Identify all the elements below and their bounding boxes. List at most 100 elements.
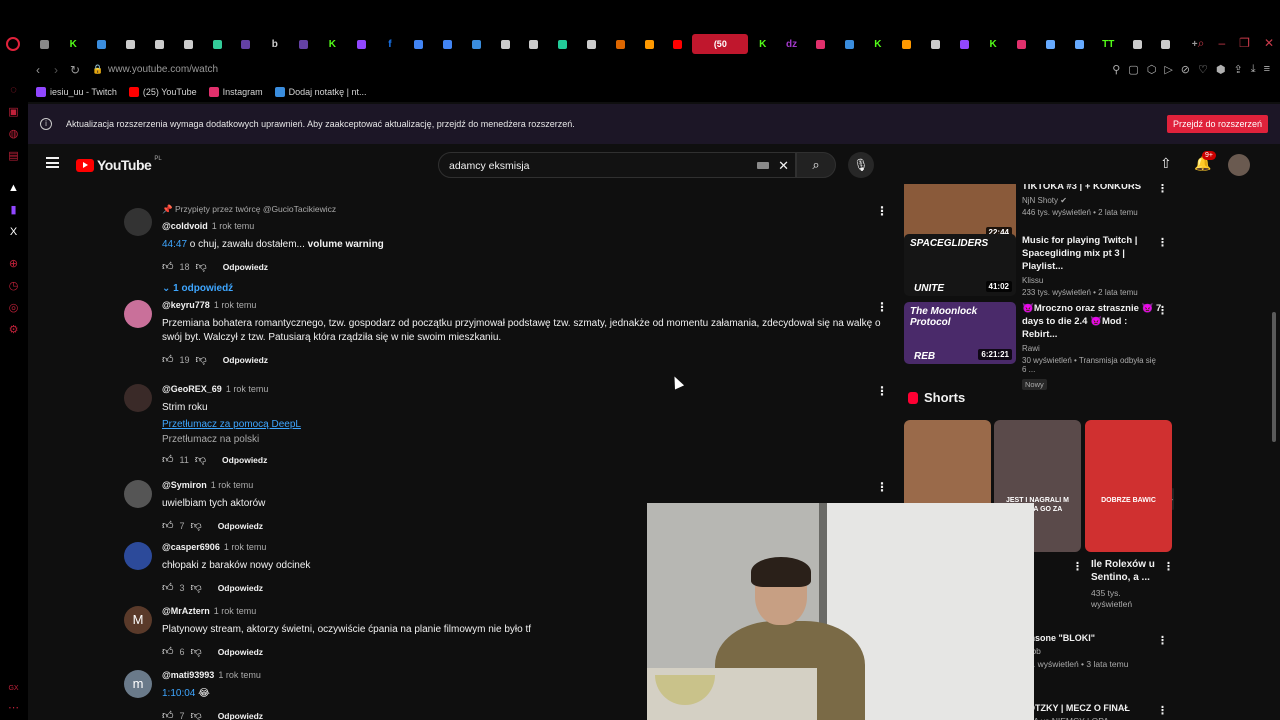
show-replies-button[interactable]: ⌄ 1 odpowiedź [162, 283, 884, 294]
tab[interactable] [347, 34, 376, 54]
comment-avatar[interactable] [124, 542, 152, 570]
comment-timestamp-link[interactable]: 1:10:04 [162, 688, 195, 699]
tab[interactable]: b [260, 34, 289, 54]
like-icon[interactable]: 👍︎ [162, 645, 174, 658]
reply-button[interactable]: Odpowiedz [218, 521, 263, 531]
go-to-extensions-button[interactable]: Przejdź do rozszerzeń [1166, 115, 1268, 133]
download-icon[interactable]: ⤓ [1251, 63, 1256, 76]
comment-menu-icon[interactable]: ⋮ [876, 204, 888, 218]
comment-time[interactable]: 1 rok temu [218, 670, 261, 680]
comment-author[interactable]: @GeoREX_69 [162, 384, 222, 394]
reply-button[interactable]: Odpowiedz [223, 262, 268, 272]
vpn-icon[interactable]: ⬡ [1147, 63, 1157, 76]
video-menu-icon[interactable]: ⋮ [1157, 184, 1168, 195]
tab[interactable] [1008, 34, 1037, 54]
tab[interactable] [577, 34, 606, 54]
reply-button[interactable]: Odpowiedz [218, 647, 263, 657]
tab[interactable] [520, 34, 549, 54]
messenger-icon[interactable]: ◍ [7, 128, 20, 141]
clear-search-icon[interactable]: ✕ [778, 158, 789, 174]
gx-icon[interactable]: GX [7, 682, 20, 695]
related-video[interactable]: SPACEGLIDERS UNITE 41:02 Music for playing … [904, 234, 1174, 298]
tab[interactable] [116, 34, 145, 54]
comment-timestamp-link[interactable]: 44:47 [162, 239, 187, 250]
comment-menu-icon[interactable]: ⋮ [876, 480, 888, 494]
tab[interactable] [892, 34, 921, 54]
account-avatar[interactable] [1228, 154, 1250, 176]
comment-avatar[interactable] [124, 300, 152, 328]
comment-avatar[interactable] [124, 208, 152, 236]
snapshot-icon[interactable]: ▢ [1128, 63, 1138, 76]
comment-time[interactable]: 1 rok temu [214, 606, 257, 616]
tab[interactable] [174, 34, 203, 54]
short-menu-icon[interactable]: ⋮ [1072, 560, 1083, 573]
short-title[interactable]: Ile Rolexów u Sentino, a ... [1091, 558, 1161, 584]
tab[interactable] [1065, 34, 1094, 54]
like-icon[interactable]: 👍︎ [162, 353, 174, 366]
twitch-icon[interactable]: ▮ [7, 204, 20, 217]
like-icon[interactable]: 👍︎ [162, 519, 174, 532]
adblock-icon[interactable]: ⊘ [1181, 63, 1190, 76]
like-icon[interactable]: 👍︎ [162, 453, 174, 466]
video-title[interactable]: amsone "BLOKI" [1022, 632, 1162, 645]
search-tabs-icon[interactable]: ⌕ [1198, 36, 1205, 51]
tab[interactable] [491, 34, 520, 54]
short-menu-icon[interactable]: ⋮ [1163, 560, 1174, 573]
dislike-icon[interactable]: 👎︎ [191, 581, 202, 594]
create-icon[interactable]: ⇧ [1160, 155, 1172, 172]
tab[interactable] [145, 34, 174, 54]
pin-icon[interactable]: ⚲ [1112, 63, 1120, 76]
shopping-icon[interactable]: ▣ [7, 106, 20, 119]
channel-name[interactable]: NjN Shoty ✔ [1022, 196, 1162, 205]
dislike-icon[interactable]: 👎︎ [191, 645, 202, 658]
video-thumbnail[interactable]: SPACEGLIDERS UNITE 41:02 [904, 234, 1016, 296]
opera-logo-icon[interactable] [6, 37, 20, 51]
comment-author[interactable]: @coldvoid [162, 221, 208, 231]
comment-avatar[interactable]: M [124, 606, 152, 634]
translate-polish-link[interactable]: Przetłumacz na polski [162, 434, 884, 445]
video-title[interactable]: Music for playing Twitch | Spacegliding … [1022, 234, 1162, 273]
comment-author[interactable]: @Symiron [162, 480, 207, 490]
chat-icon[interactable]: ◎ [7, 302, 20, 315]
reply-button[interactable]: Odpowiedz [222, 455, 267, 465]
channel-name[interactable]: Rawi [1022, 344, 1162, 353]
search-input[interactable]: adamcy eksmisja [449, 160, 530, 172]
page-scrollbar[interactable] [1272, 312, 1276, 442]
video-menu-icon[interactable]: ⋮ [1157, 634, 1168, 647]
comment-time[interactable]: 1 rok temu [226, 384, 269, 394]
tab[interactable] [203, 34, 232, 54]
dislike-icon[interactable]: 👎︎ [195, 453, 206, 466]
tab[interactable] [433, 34, 462, 54]
dislike-icon[interactable]: 👎︎ [196, 353, 207, 366]
tab[interactable] [88, 34, 117, 54]
like-icon[interactable]: 👍︎ [162, 709, 174, 720]
tab[interactable] [30, 34, 59, 54]
video-menu-icon[interactable]: ⋮ [1157, 304, 1168, 317]
dislike-icon[interactable]: 👎︎ [196, 260, 207, 273]
close-window-icon[interactable]: ✕ [1264, 36, 1274, 51]
short-thumbnail[interactable]: DOBRZE BAWIC [1085, 420, 1172, 552]
aria-icon[interactable]: ◌ [7, 84, 20, 97]
keyboard-icon[interactable] [757, 162, 769, 169]
comment-time[interactable]: 1 rok temu [212, 221, 255, 231]
tab[interactable] [835, 34, 864, 54]
comment-author[interactable]: @mati93993 [162, 670, 214, 680]
music-icon[interactable]: ▤ [7, 150, 20, 163]
more-icon[interactable]: ⋯ [7, 702, 20, 715]
tab[interactable] [1151, 34, 1180, 54]
comment-author[interactable]: @MrAztern [162, 606, 210, 616]
minimize-icon[interactable]: – [1218, 36, 1225, 51]
heart-icon[interactable]: ♡ [1198, 63, 1208, 76]
search-box[interactable]: adamcy eksmisja ✕ [438, 152, 796, 178]
tab[interactable]: K [979, 34, 1008, 54]
extension-icon[interactable]: ▲ [7, 182, 20, 195]
related-video[interactable]: The Moonlock Protocol REB 6:21:21 👿Mroczno … [904, 302, 1174, 390]
forward-icon[interactable]: › [54, 63, 58, 77]
video-thumbnail[interactable]: The Moonlock Protocol REB 6:21:21 [904, 302, 1016, 364]
video-menu-icon[interactable]: ⋮ [1157, 236, 1168, 249]
tab[interactable]: K [864, 34, 893, 54]
tab[interactable] [950, 34, 979, 54]
like-icon[interactable]: 👍︎ [162, 260, 174, 273]
reply-button[interactable]: Odpowiedz [218, 711, 263, 720]
search-button[interactable]: ⌕ [796, 152, 836, 178]
